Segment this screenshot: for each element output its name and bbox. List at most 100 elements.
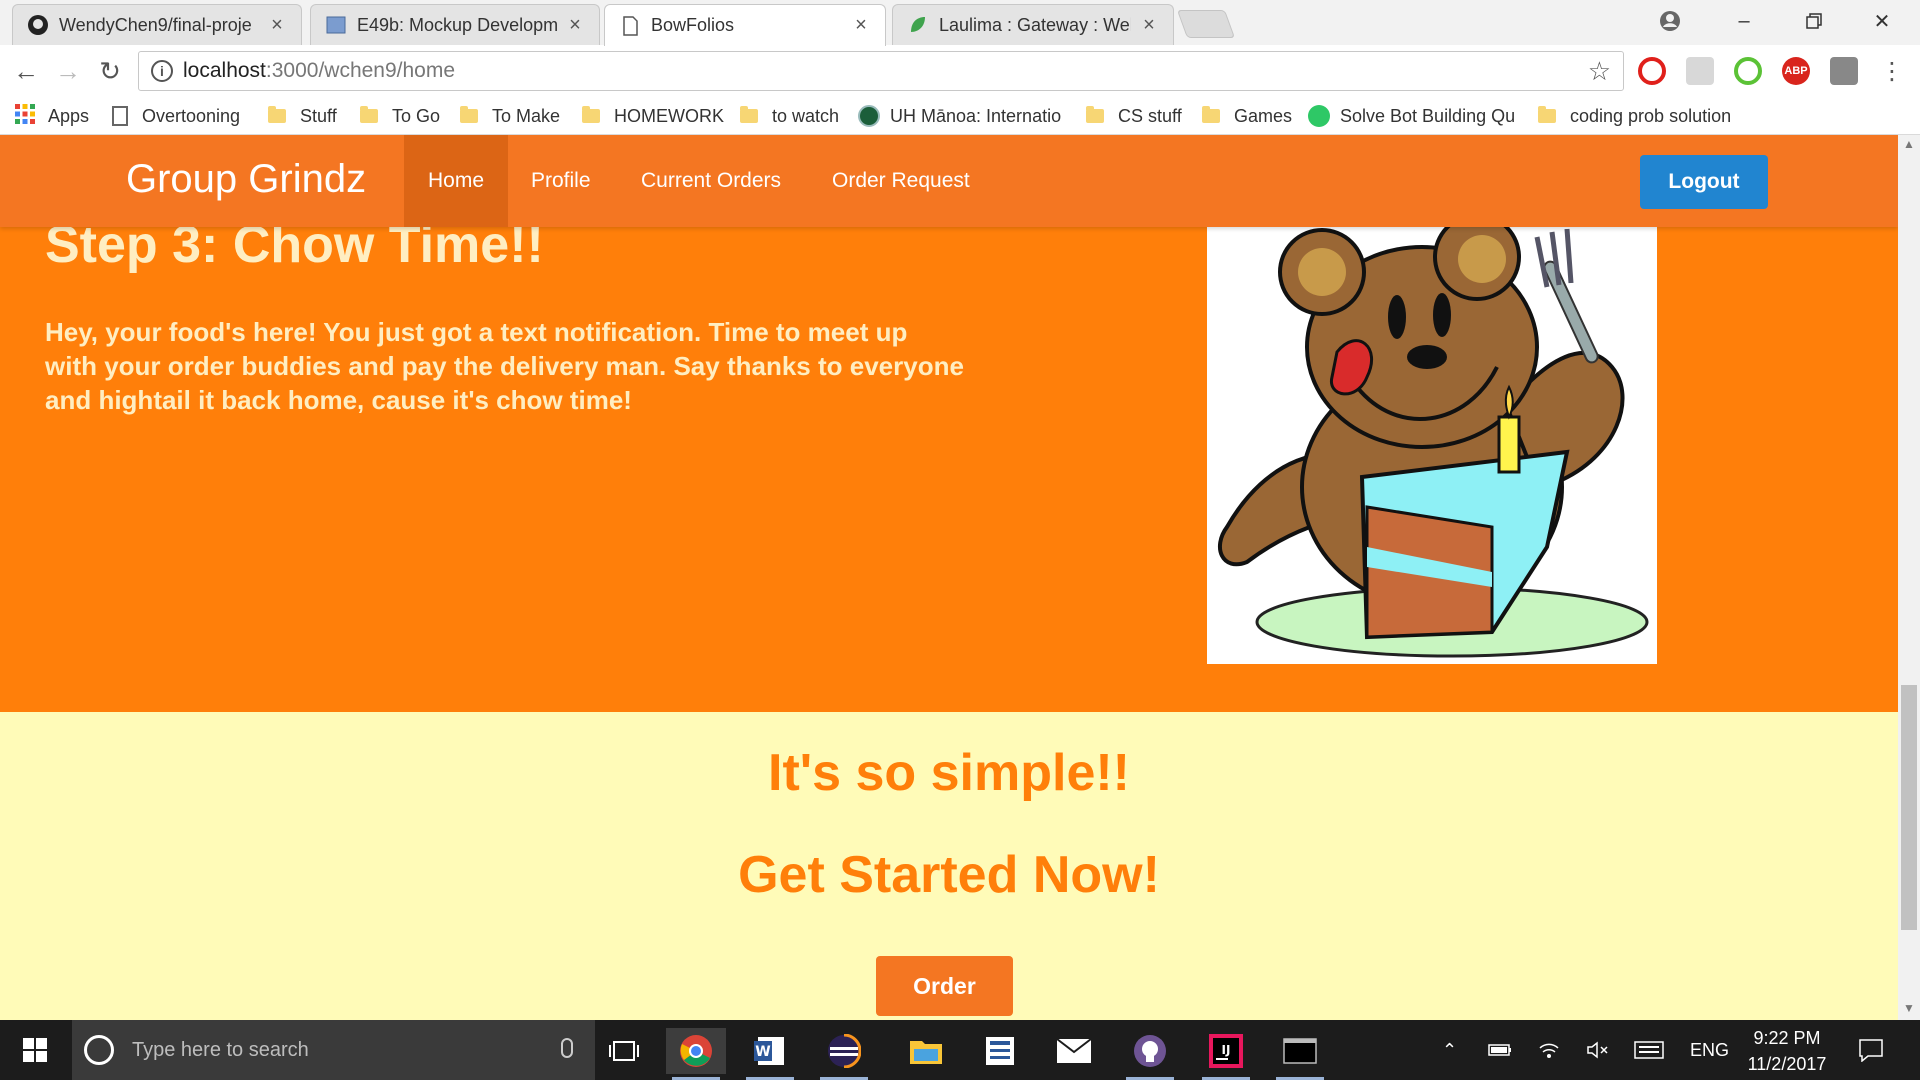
bookmark-overtooning[interactable]: Overtooning [112,103,240,129]
opera-icon[interactable] [1638,57,1666,85]
close-tab-icon[interactable]: × [267,14,287,37]
folder-icon [1086,106,1104,123]
logout-button[interactable]: Logout [1640,155,1768,209]
bookmark-uh-manoa[interactable]: UH Mānoa: Internatio [858,103,1061,129]
bookmark-label: To Go [392,105,441,126]
show-hidden-icons-chevron-icon[interactable]: ⌃ [1442,1020,1457,1080]
bookmark-label: Apps [48,105,90,126]
address-bar[interactable]: i localhost:3000/wchen9/home ☆ [138,51,1624,91]
nav-profile[interactable]: Profile [507,135,615,227]
url-host: localhost [183,59,266,82]
scroll-up-icon[interactable]: ▲ [1898,137,1920,155]
eclipse-icon[interactable] [814,1028,874,1080]
bookmark-label: to watch [772,105,840,126]
order-button[interactable]: Order [876,956,1013,1016]
step-description: Hey, your food's here! You just got a te… [45,317,964,415]
nav-home[interactable]: Home [404,135,509,227]
profile-icon[interactable] [1640,0,1700,42]
bookmark-coding-prob[interactable]: coding prob solution [1538,103,1731,129]
battery-icon[interactable] [1488,1020,1512,1080]
forward-arrow-icon[interactable]: → [50,53,86,89]
tab-bowfolios[interactable]: BowFolios × [604,4,886,46]
close-tab-icon[interactable]: × [565,14,585,37]
scroll-down-icon[interactable]: ▼ [1898,1001,1920,1019]
bookmarks-bar: Apps Overtooning Stuff To Go To Make HOM… [0,97,1920,135]
clock-date: 11/2/2017 [1747,1054,1827,1074]
microphone-icon[interactable] [561,1038,573,1058]
keyboard-icon[interactable] [1634,1020,1664,1080]
github-desktop-icon[interactable] [1120,1028,1180,1080]
back-arrow-icon[interactable]: ← [8,53,44,89]
tab-title: E49b: Mockup Developm [357,14,557,35]
browser-toolbar: ← → ↻ i localhost:3000/wchen9/home ☆ ABP… [0,45,1920,97]
bookmark-to-make[interactable]: To Make [460,103,560,129]
checklist-app-icon[interactable] [970,1028,1030,1074]
bookmark-to-go[interactable]: To Go [360,103,440,129]
search-placeholder: Type here to search [132,1038,309,1061]
abp-label: ABP [1784,65,1808,77]
volume-muted-icon[interactable] [1586,1020,1610,1080]
abp-icon[interactable]: ABP [1782,57,1810,85]
bookmark-star-icon[interactable]: ☆ [1588,56,1611,87]
word-icon[interactable]: W [740,1028,800,1080]
close-tab-icon[interactable]: × [851,14,871,37]
page-viewport: Step 3: Chow Time!! Hey, your food's her… [0,135,1898,1020]
cortana-icon [84,1035,114,1065]
mail-icon[interactable] [1044,1028,1104,1074]
file-explorer-icon[interactable] [896,1028,956,1074]
nav-current-orders[interactable]: Current Orders [617,135,805,227]
scrollbar-thumb[interactable] [1901,685,1917,930]
page-scrollbar[interactable]: ▲ ▼ [1898,135,1920,1020]
page-icon [325,14,347,36]
laulima-icon [907,14,929,36]
minimize-icon[interactable]: – [1712,0,1776,42]
bookmark-solve-bot[interactable]: Solve Bot Building Qu [1308,103,1515,129]
puzzle-icon[interactable] [1686,57,1714,85]
taskbar-search-box[interactable]: Type here to search [72,1020,595,1080]
folder-icon [1538,106,1556,123]
taskbar-clock[interactable]: 9:22 PM 11/2/2017 [1732,1025,1842,1077]
close-tab-icon[interactable]: × [1139,14,1159,37]
chrome-icon[interactable] [666,1028,726,1080]
bookmark-label: Overtooning [142,105,241,126]
bookmark-cs-stuff[interactable]: CS stuff [1086,103,1182,129]
sync-icon[interactable] [1830,57,1858,85]
bookmark-label: UH Mānoa: Internatio [890,105,1062,126]
language-indicator[interactable]: ENG [1690,1020,1729,1080]
clock-time: 9:22 PM [1753,1028,1821,1048]
site-brand[interactable]: Group Grindz [126,157,366,202]
action-center-icon[interactable] [1858,1020,1884,1080]
folder-icon [268,106,286,123]
folder-icon [740,106,758,123]
bookmark-label: CS stuff [1118,105,1182,126]
svg-text:W: W [755,1044,770,1060]
github-icon [27,14,49,36]
command-prompt-icon[interactable] [1270,1028,1330,1080]
bookmark-to-watch[interactable]: to watch [740,103,839,129]
info-icon[interactable]: i [151,60,173,82]
menu-kebab-icon[interactable]: ⋮ [1874,53,1910,89]
bookmark-label: Solve Bot Building Qu [1340,105,1516,126]
tab-laulima[interactable]: Laulima : Gateway : Welc × [892,4,1174,45]
wifi-icon[interactable] [1538,1020,1560,1080]
bookmark-games[interactable]: Games [1202,103,1292,129]
nav-order-request[interactable]: Order Request [808,135,994,227]
bookmark-stuff[interactable]: Stuff [268,103,337,129]
tab-github[interactable]: WendyChen9/final-proje × [12,4,302,45]
bookmark-homework[interactable]: HOMEWORK [582,103,724,129]
tab-strip: WendyChen9/final-proje × E49b: Mockup De… [0,0,1920,46]
site-navbar: Group Grindz Home Profile Current Orders… [0,135,1898,227]
close-window-icon[interactable]: ✕ [1850,0,1914,42]
qr-icon[interactable] [1734,57,1762,85]
windows-start-icon[interactable] [0,1020,70,1080]
intellij-icon[interactable]: IJ [1196,1028,1256,1080]
task-view-icon[interactable] [594,1028,654,1074]
restore-icon[interactable] [1782,0,1846,42]
tab-mockup[interactable]: E49b: Mockup Developm × [310,4,600,45]
reload-icon[interactable]: ↻ [92,53,128,89]
bookmark-apps[interactable]: Apps [14,103,89,129]
bookmark-label: To Make [492,105,561,126]
simple-heading: It's so simple!! [768,744,1130,802]
tab-title: BowFolios [651,15,735,35]
new-tab-button[interactable] [1176,10,1236,38]
